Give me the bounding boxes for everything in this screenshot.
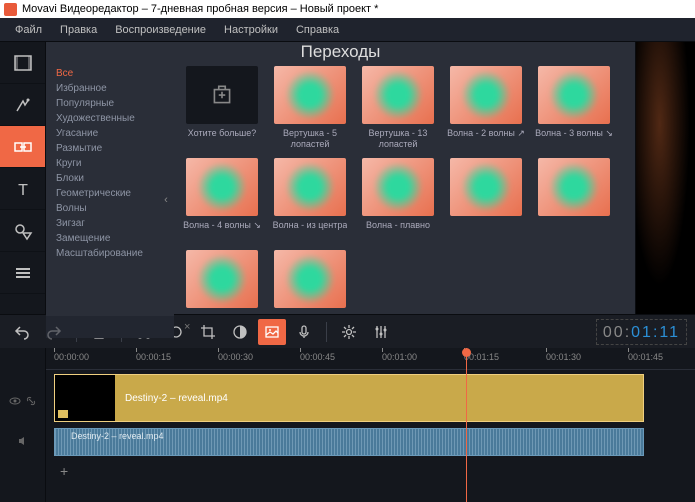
search-input[interactable] bbox=[52, 322, 184, 333]
video-clip[interactable]: Destiny-2 – reveal.mp4 bbox=[54, 374, 644, 422]
category-item[interactable]: Круги bbox=[56, 156, 174, 171]
transition-thumbnail bbox=[274, 66, 346, 124]
timeline: 00:00:00 00:00:15 00:00:30 00:00:45 00:01:00… bbox=[0, 348, 695, 502]
category-item[interactable]: Замещение bbox=[56, 231, 174, 246]
transitions-panel: Переходы ‹ ВсеИзбранноеПопулярныеХудожес… bbox=[46, 42, 635, 314]
audio-clip-title: Destiny-2 – reveal.mp4 bbox=[61, 431, 164, 441]
menu-file[interactable]: Файл bbox=[6, 24, 51, 36]
transition-label: Волна - плавно bbox=[366, 220, 430, 242]
window-title: Movavi Видеоредактор – 7-дневная пробная… bbox=[22, 3, 378, 15]
app-logo-icon bbox=[4, 3, 17, 16]
transition-item[interactable]: Волна - 3 волны ↘ bbox=[534, 66, 614, 150]
ruler-mark: 00:00:00 bbox=[54, 352, 89, 362]
speaker-icon[interactable] bbox=[17, 435, 29, 447]
transition-thumbnail bbox=[450, 66, 522, 124]
transition-item[interactable]: Вертушка - 5 лопастей bbox=[270, 66, 350, 150]
transition-thumbnail bbox=[274, 158, 346, 216]
effect-track[interactable]: + bbox=[54, 462, 687, 482]
transition-item[interactable]: Волна - 2 волны ↗ bbox=[446, 66, 526, 150]
left-tool-strip: T bbox=[0, 42, 46, 314]
category-item[interactable]: Угасание bbox=[56, 126, 174, 141]
transition-thumbnail bbox=[362, 158, 434, 216]
transition-label: Волна - 2 волны ↗ bbox=[447, 128, 525, 150]
transition-item[interactable] bbox=[534, 158, 614, 242]
menu-edit[interactable]: Правка bbox=[51, 24, 106, 36]
transition-item[interactable] bbox=[270, 250, 350, 334]
transition-label: Вертушка - 13 лопастей bbox=[358, 128, 438, 150]
audio-track[interactable]: Destiny-2 – reveal.mp4 bbox=[54, 428, 687, 458]
track-controls-column bbox=[0, 348, 46, 502]
transition-item[interactable]: Волна - плавно bbox=[358, 158, 438, 242]
tool-shapes[interactable] bbox=[0, 210, 45, 252]
playhead[interactable] bbox=[466, 348, 467, 502]
category-item[interactable]: Геометрические bbox=[56, 186, 174, 201]
category-item[interactable]: Масштабирование bbox=[56, 246, 174, 261]
transition-thumbnail bbox=[538, 158, 610, 216]
ruler-mark: 00:00:15 bbox=[136, 352, 171, 362]
category-item[interactable]: Зигзаг bbox=[56, 216, 174, 231]
tool-transitions[interactable] bbox=[0, 126, 45, 168]
transition-thumbnail bbox=[538, 66, 610, 124]
undo-button[interactable] bbox=[8, 319, 36, 345]
transition-item[interactable]: Вертушка - 13 лопастей bbox=[358, 66, 438, 150]
transition-thumbnail bbox=[274, 250, 346, 308]
transition-thumbnail bbox=[362, 66, 434, 124]
menu-settings[interactable]: Настройки bbox=[215, 24, 287, 36]
category-item[interactable]: Блоки bbox=[56, 171, 174, 186]
transition-item[interactable] bbox=[446, 158, 526, 242]
tool-media[interactable] bbox=[0, 42, 45, 84]
link-icon[interactable] bbox=[25, 395, 37, 407]
category-item[interactable]: Размытие bbox=[56, 141, 174, 156]
category-item[interactable]: Популярные bbox=[56, 96, 174, 111]
transition-item[interactable]: Волна - из центра bbox=[270, 158, 350, 242]
transition-label: Волна - 4 волны ↘ bbox=[183, 220, 261, 242]
menu-bar: Файл Правка Воспроизведение Настройки Сп… bbox=[0, 18, 695, 42]
category-list: ВсеИзбранноеПопулярныеХудожественныеУгас… bbox=[46, 62, 174, 338]
audio-track-controls bbox=[0, 426, 45, 456]
transition-label: Волна - 3 волны ↘ bbox=[535, 128, 613, 150]
transition-thumbnail bbox=[186, 66, 258, 124]
transition-item[interactable] bbox=[182, 250, 262, 334]
clear-search-icon[interactable]: × bbox=[184, 321, 190, 333]
category-item[interactable]: Художественные bbox=[56, 111, 174, 126]
svg-text:T: T bbox=[18, 182, 28, 199]
menu-playback[interactable]: Воспроизведение bbox=[106, 24, 215, 36]
transition-label: Хотите больше? bbox=[188, 128, 257, 150]
clip-thumbnail bbox=[55, 375, 115, 421]
audio-clip[interactable]: Destiny-2 – reveal.mp4 bbox=[54, 428, 644, 456]
category-item[interactable]: Избранное bbox=[56, 81, 174, 96]
ruler-mark: 00:01:30 bbox=[546, 352, 581, 362]
ruler-mark: 00:00:30 bbox=[218, 352, 253, 362]
transition-label: Волна - из центра bbox=[273, 220, 348, 242]
transition-thumbnail bbox=[450, 158, 522, 216]
tool-more[interactable] bbox=[0, 252, 45, 294]
menu-help[interactable]: Справка bbox=[287, 24, 348, 36]
tool-titles[interactable]: T bbox=[0, 168, 45, 210]
transition-thumbnail bbox=[186, 250, 258, 308]
transition-item[interactable]: Хотите больше? bbox=[182, 66, 262, 150]
preview-pane bbox=[635, 42, 695, 314]
transition-label: Вертушка - 5 лопастей bbox=[270, 128, 350, 150]
collapse-categories-handle[interactable]: ‹ bbox=[161, 190, 171, 210]
transition-thumbnail bbox=[186, 158, 258, 216]
transitions-grid: Хотите больше? Вертушка - 5 лопастей Верту… bbox=[174, 62, 635, 338]
category-item[interactable]: Волны bbox=[56, 201, 174, 216]
eye-icon[interactable] bbox=[9, 395, 21, 407]
category-item[interactable]: Все bbox=[56, 66, 174, 81]
timeline-ruler[interactable]: 00:00:00 00:00:15 00:00:30 00:00:45 00:01:00… bbox=[46, 348, 695, 370]
video-track-controls bbox=[0, 376, 45, 426]
redo-button[interactable] bbox=[40, 319, 68, 345]
folder-icon bbox=[58, 410, 68, 418]
tool-filters[interactable] bbox=[0, 84, 45, 126]
timeline-tracks[interactable]: 00:00:00 00:00:15 00:00:30 00:00:45 00:01:00… bbox=[46, 348, 695, 502]
ruler-mark: 00:01:45 bbox=[628, 352, 663, 362]
window-titlebar: Movavi Видеоредактор – 7-дневная пробная… bbox=[0, 0, 695, 18]
clip-title: Destiny-2 – reveal.mp4 bbox=[115, 393, 228, 404]
ruler-mark: 00:01:00 bbox=[382, 352, 417, 362]
panel-title: Переходы bbox=[46, 42, 635, 62]
video-track[interactable]: Destiny-2 – reveal.mp4 bbox=[54, 374, 687, 424]
transition-item[interactable]: Волна - 4 волны ↘ bbox=[182, 158, 262, 242]
add-effect-button[interactable]: + bbox=[54, 462, 687, 480]
ruler-mark: 00:00:45 bbox=[300, 352, 335, 362]
